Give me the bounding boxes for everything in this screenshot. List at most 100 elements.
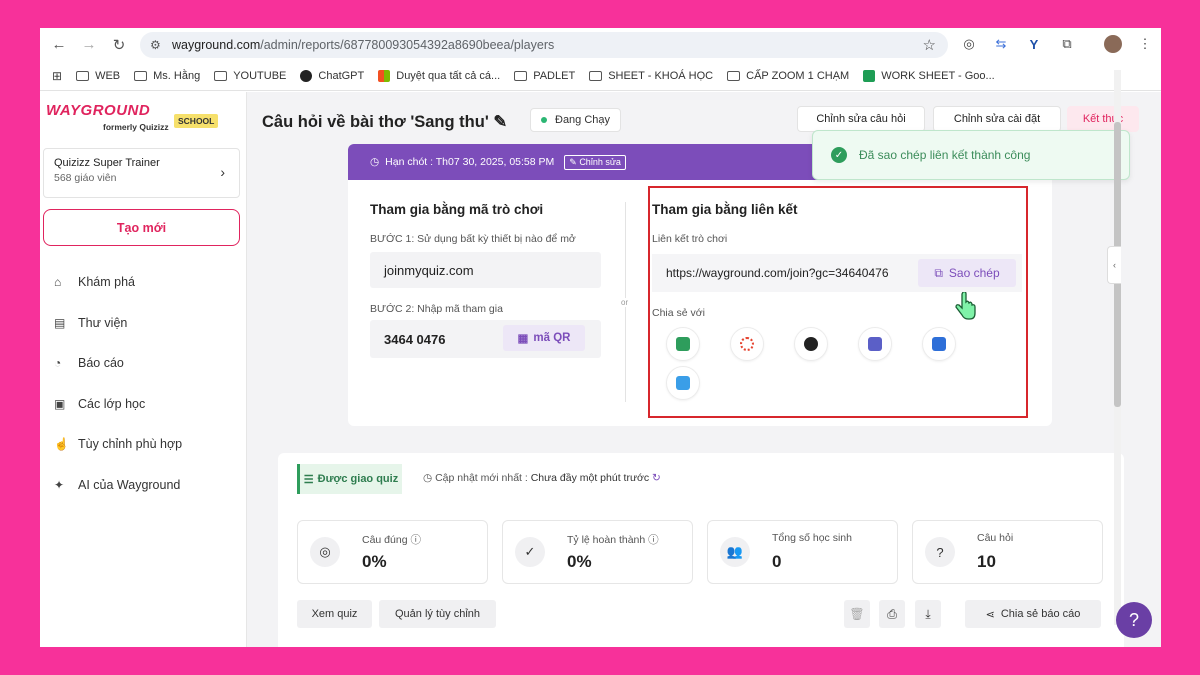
teams-icon[interactable] xyxy=(858,327,892,361)
customize-icon: ☝ xyxy=(54,437,69,452)
bookmark-youtube[interactable]: YOUTUBE xyxy=(214,70,286,82)
folder-icon xyxy=(76,70,90,81)
sidebar-item-explore[interactable]: ⌂ Khám phá xyxy=(54,262,182,303)
bookmark-web[interactable]: WEB xyxy=(76,70,120,82)
profile-avatar[interactable] xyxy=(1104,35,1122,53)
folder-icon xyxy=(134,70,148,81)
end-button[interactable]: Kết thúc xyxy=(1067,106,1139,132)
target-icon: ◎ xyxy=(310,537,340,567)
deadline-text: Hạn chót : Th07 30, 2025, 05:58 PM xyxy=(385,156,555,168)
home-icon: ⌂ xyxy=(54,275,62,290)
status-badge: Đang Chạy xyxy=(530,108,622,132)
bookmark-sheet-khoa-hoc[interactable]: SHEET - KHOÁ HỌC xyxy=(589,70,713,82)
menu-dots-icon[interactable]: ⋮ xyxy=(1136,35,1154,53)
step1-label: BƯỚC 1: Sử dụng bất kỳ thiết bị nào để m… xyxy=(370,233,576,245)
chevron-right-icon: › xyxy=(220,164,225,180)
logo-subtitle: formerly Quizizz xyxy=(103,122,169,132)
game-link: https://wayground.com/join?gc=34640476 xyxy=(666,266,889,280)
sidebar-item-customize[interactable]: ☝ Tùy chỉnh phù hợp xyxy=(54,424,182,465)
join-code-title: Tham gia bằng mã trò chơi xyxy=(370,202,544,217)
view-quiz-button[interactable]: Xem quiz xyxy=(297,600,372,628)
clock-icon: ◷ xyxy=(423,472,433,484)
edit-settings-button[interactable]: Chỉnh sửa cài đặt xyxy=(933,106,1061,132)
join-site-field: joinmyquiz.com xyxy=(370,252,601,288)
puzzle-icon[interactable]: ⧉ xyxy=(1058,35,1076,53)
stat-questions: ? Câu hỏi 10 xyxy=(912,520,1103,584)
stats-panel: ☰ Được giao quiz ◷ Cập nhật mới nhất : Ch… xyxy=(278,453,1124,647)
microsoft-icon xyxy=(378,69,391,82)
address-bar[interactable]: ⚙ wayground.com/admin/reports/6877800930… xyxy=(140,32,948,58)
remind-icon[interactable] xyxy=(922,327,956,361)
main-content: Câu hỏi về bài thơ 'Sang thu' ✎ Đang Chạ… xyxy=(248,92,1161,647)
extension-y-icon[interactable]: Y xyxy=(1025,35,1043,53)
sidebar-menu: ⌂ Khám phá ▤ Thư viện ◔ Báo cáo ▣ Các lớp họ… xyxy=(54,262,182,505)
canvas-icon[interactable] xyxy=(730,327,764,361)
copy-link-button[interactable]: ⧉ Sao chép xyxy=(918,259,1016,287)
share-icon: ⋖ xyxy=(985,608,995,621)
users-icon: 👥 xyxy=(720,537,750,567)
info-icon[interactable]: ⓘ xyxy=(648,534,659,546)
site-info-icon[interactable]: ⚙ xyxy=(150,38,172,52)
bookmark-ms-hang[interactable]: Ms. Hằng xyxy=(134,70,200,82)
stat-label: Tỷ lệ hoàn thành ⓘ xyxy=(567,534,659,546)
stat-label: Câu hỏi xyxy=(977,532,1014,544)
assigned-quiz-tag[interactable]: ☰ Được giao quiz xyxy=(297,464,402,494)
question-icon: ? xyxy=(925,537,955,567)
bookmark-cap-zoom[interactable]: CẤP ZOOM 1 CHẠM xyxy=(727,70,849,82)
last-updated: ◷ Cập nhật mới nhất : Chưa đầy một phút … xyxy=(423,472,661,484)
bookmarks-bar: ⊞ WEB Ms. Hằng YOUTUBE ChatGPT Duyệt qua… xyxy=(40,61,1161,91)
folder-icon xyxy=(514,70,528,81)
apps-grid-icon[interactable]: ⊞ xyxy=(52,69,62,83)
edit-deadline-button[interactable]: ✎ Chỉnh sửa xyxy=(564,154,626,170)
sidebar-item-library[interactable]: ▤ Thư viện xyxy=(54,303,182,344)
download-icon[interactable]: ⤓ xyxy=(915,600,941,628)
browser-toolbar: ← → ↻ ⚙ wayground.com/admin/reports/6877… xyxy=(40,28,1161,61)
page-title: Câu hỏi về bài thơ 'Sang thu' ✎ xyxy=(262,113,508,131)
edit-title-icon[interactable]: ✎ xyxy=(493,113,507,131)
logo-text: WAYGROUND xyxy=(46,102,151,119)
delete-icon[interactable]: 🗑 xyxy=(844,600,870,628)
bookmark-chatgpt[interactable]: ChatGPT xyxy=(300,69,364,82)
list-icon: ☰ xyxy=(303,473,314,486)
game-link-label: Liên kết trò chơi xyxy=(652,233,728,245)
stat-value: 0% xyxy=(567,552,592,571)
extension-icon[interactable]: ◎ xyxy=(960,35,978,53)
forward-icon[interactable]: → xyxy=(78,34,100,56)
sidebar-item-reports[interactable]: ◔ Báo cáo xyxy=(54,343,182,384)
success-toast: ✓ Đã sao chép liên kết thành công xyxy=(812,130,1130,180)
bookmark-star-icon[interactable]: ☆ xyxy=(923,36,936,54)
info-icon[interactable]: ⓘ xyxy=(410,534,421,546)
ai-sparkle-icon: ✦ xyxy=(54,477,65,492)
sidebar-item-classes[interactable]: ▣ Các lớp học xyxy=(54,384,182,425)
stat-students: 👥 Tổng số học sinh 0 xyxy=(707,520,898,584)
reload-icon[interactable]: ↻ xyxy=(108,34,130,56)
share-report-button[interactable]: ⋖ Chia sẻ báo cáo xyxy=(965,600,1101,628)
help-button[interactable]: ? xyxy=(1116,602,1152,638)
stat-correct: ◎ Câu đúng ⓘ 0% xyxy=(297,520,488,584)
back-icon[interactable]: ← xyxy=(48,34,70,56)
stat-value: 10 xyxy=(977,552,996,571)
trainer-card[interactable]: Quizizz Super Trainer 568 giáo viên › xyxy=(43,148,240,198)
create-new-button[interactable]: Tạo mới xyxy=(43,209,240,246)
status-dot xyxy=(541,117,547,123)
step2-label: BƯỚC 2: Nhập mã tham gia xyxy=(370,303,503,315)
wayground-logo[interactable]: WAYGROUND formerly Quizizz xyxy=(46,102,169,132)
twitter-icon[interactable] xyxy=(666,366,700,400)
edit-questions-button[interactable]: Chỉnh sửa câu hỏi xyxy=(797,106,925,132)
qr-code-button[interactable]: ▦ mã QR xyxy=(503,325,585,351)
google-classroom-icon[interactable] xyxy=(666,327,700,361)
bookmark-browse-all[interactable]: Duyệt qua tất cả cá... xyxy=(378,69,500,82)
translate-icon[interactable]: ⇆ xyxy=(992,35,1010,53)
sidebar-item-ai[interactable]: ✦ AI của Wayground xyxy=(54,465,182,506)
print-icon[interactable]: ⎙ xyxy=(879,600,905,628)
library-icon: ▤ xyxy=(54,315,66,330)
side-panel-tab[interactable]: ‹ xyxy=(1107,246,1121,284)
bookmark-work-sheet[interactable]: WORK SHEET - Goo... xyxy=(863,69,995,82)
trainer-title: Quizizz Super Trainer xyxy=(54,157,160,169)
bookmark-padlet[interactable]: PADLET xyxy=(514,70,575,82)
manage-custom-button[interactable]: Quản lý tùy chỉnh xyxy=(379,600,496,628)
schoology-icon[interactable] xyxy=(794,327,828,361)
qr-icon: ▦ xyxy=(517,333,529,345)
refresh-icon[interactable]: ↻ xyxy=(652,472,661,484)
folder-icon xyxy=(214,70,228,81)
